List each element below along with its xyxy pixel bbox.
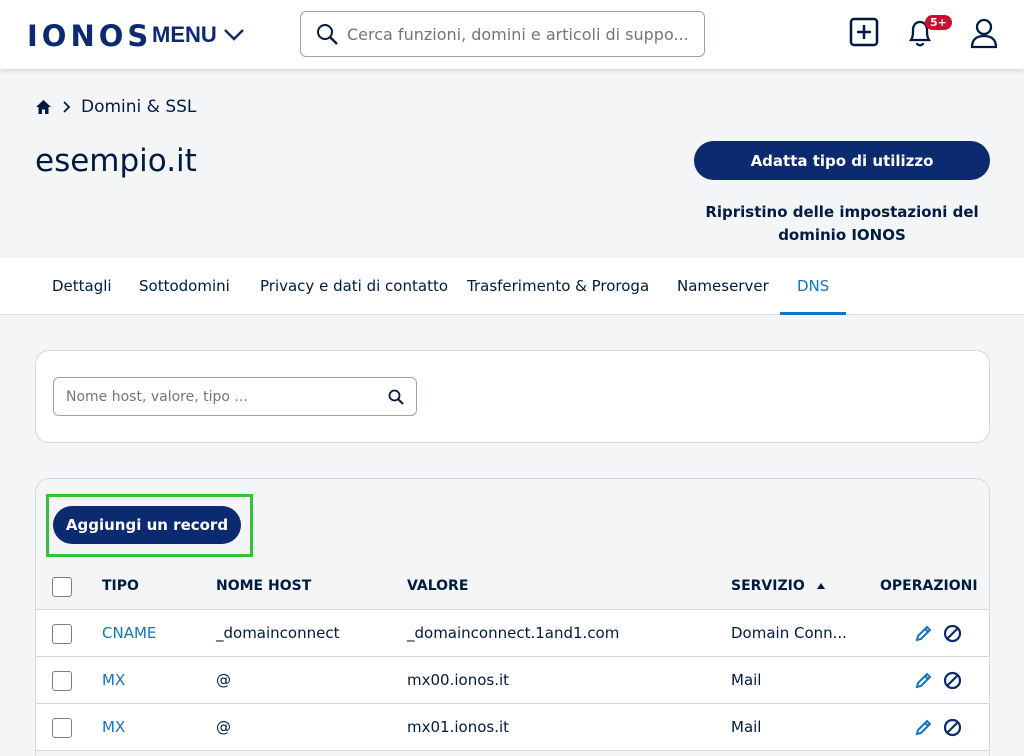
row-checkbox[interactable] [52, 718, 72, 738]
sort-ascending-icon [816, 583, 825, 589]
ionos-logo[interactable]: IONOS [27, 19, 152, 53]
record-service: Mail [731, 671, 762, 689]
breadcrumb-domains-link[interactable]: Domini & SSL [81, 97, 196, 117]
record-value: mx01.ionos.it [407, 718, 510, 736]
notification-badge: 5+ [925, 15, 952, 30]
record-type[interactable]: MX [102, 704, 125, 751]
global-search-input[interactable] [347, 24, 697, 44]
column-servizio-label: SERVIZIO [731, 578, 805, 594]
table-row: CNAME _domainconnect _domainconnect.1and… [36, 610, 989, 657]
record-host: _domainconnect [216, 624, 340, 642]
tab-subdomains[interactable]: Sottodomini [139, 258, 230, 315]
record-host: @ [216, 718, 231, 736]
column-valore[interactable]: VALORE [407, 563, 468, 610]
record-type[interactable]: CNAME [102, 610, 156, 657]
record-host: @ [216, 671, 231, 689]
tab-dns[interactable]: DNS [780, 258, 847, 315]
record-filter[interactable] [53, 377, 417, 416]
domain-tabs: Dettagli Sottodomini Privacy e dati di c… [0, 258, 1024, 315]
record-service: Mail [731, 718, 762, 736]
record-value: mx00.ionos.it [407, 671, 510, 689]
column-tipo[interactable]: TIPO [102, 563, 139, 610]
page-title: esempio.it [35, 143, 197, 179]
disable-icon[interactable] [943, 671, 962, 690]
global-search[interactable] [300, 11, 705, 57]
menu-label: MENU [152, 22, 217, 47]
search-icon [317, 24, 338, 45]
column-nome-host[interactable]: NOME HOST [216, 563, 311, 610]
record-filter-input[interactable] [66, 388, 388, 405]
reset-link-line2: dominio IONOS [778, 226, 906, 244]
reset-link-line1: Ripristino delle impostazioni del [705, 203, 979, 221]
search-icon[interactable] [388, 389, 404, 405]
pencil-icon[interactable] [914, 624, 933, 643]
row-checkbox[interactable] [52, 624, 72, 644]
change-usage-type-button[interactable]: Adatta tipo di utilizzo [694, 141, 990, 180]
disable-icon[interactable] [943, 624, 962, 643]
record-value: _domainconnect.1and1.com [407, 624, 620, 642]
record-operations [914, 671, 962, 690]
record-operations [914, 718, 962, 737]
chevron-right-icon [63, 101, 71, 113]
column-servizio[interactable]: SERVIZIO [731, 563, 826, 610]
tab-nameserver[interactable]: Nameserver [677, 258, 769, 315]
record-type[interactable]: MX [102, 657, 125, 704]
top-header: IONOS MENU 5+ [0, 0, 1024, 69]
user-icon[interactable] [969, 17, 999, 49]
select-all-checkbox[interactable] [52, 577, 72, 597]
record-service: Domain Conn... [731, 624, 847, 642]
row-checkbox[interactable] [52, 671, 72, 691]
breadcrumb: Domini & SSL [35, 97, 196, 117]
disable-icon[interactable] [943, 718, 962, 737]
tab-privacy-contact[interactable]: Privacy e dati di contatto [260, 258, 448, 315]
table-row: MX @ mx00.ionos.it Mail [36, 657, 989, 704]
table-row: MX @ mx01.ionos.it Mail [36, 704, 989, 751]
tab-transfer-renewal[interactable]: Trasferimento & Proroga [467, 258, 649, 315]
pencil-icon[interactable] [914, 671, 933, 690]
table-header: TIPO NOME HOST VALORE SERVIZIO OPERAZION… [36, 563, 989, 610]
add-record-button[interactable]: Aggiungi un record [53, 506, 241, 544]
home-icon[interactable] [35, 99, 52, 115]
main-menu-button[interactable]: MENU [152, 22, 245, 48]
column-operazioni: OPERAZIONI [880, 578, 978, 594]
reset-ionos-settings-link[interactable]: Ripristino delle impostazioni del domini… [694, 201, 990, 247]
tab-details[interactable]: Dettagli [52, 258, 112, 315]
pencil-icon[interactable] [914, 718, 933, 737]
chevron-down-icon [223, 29, 244, 41]
add-icon[interactable] [849, 17, 879, 47]
record-operations [914, 624, 962, 643]
